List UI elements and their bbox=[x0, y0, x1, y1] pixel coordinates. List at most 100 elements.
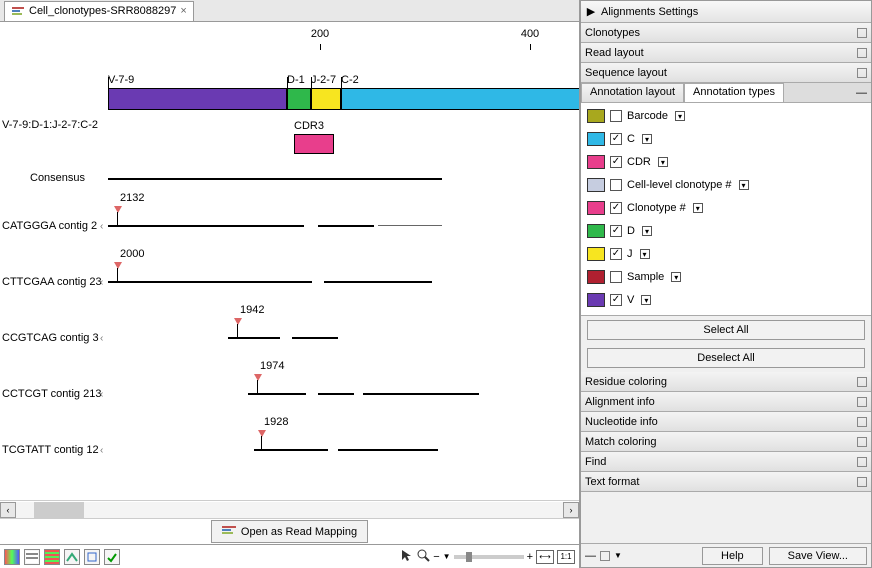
section-text-format[interactable]: Text format bbox=[581, 472, 871, 492]
expand-icon[interactable] bbox=[857, 68, 867, 78]
expand-icon[interactable] bbox=[857, 477, 867, 487]
dropdown-icon[interactable]: ▾ bbox=[641, 295, 651, 305]
checkbox[interactable]: ✓ bbox=[610, 225, 622, 237]
horizontal-scrollbar[interactable]: ‹ › bbox=[0, 500, 579, 518]
scroll-right-button[interactable]: › bbox=[563, 502, 579, 518]
dropdown-icon[interactable]: ▾ bbox=[642, 134, 652, 144]
magnifier-icon[interactable] bbox=[416, 548, 430, 565]
view-mode-3-icon[interactable] bbox=[44, 549, 60, 565]
chevron-left-icon: ‹ bbox=[100, 277, 103, 288]
chevron-left-icon: ‹ bbox=[100, 389, 103, 400]
position-marker-label: 2132 bbox=[120, 192, 144, 204]
dropdown-icon[interactable]: ▾ bbox=[671, 272, 681, 282]
checkbox[interactable] bbox=[610, 271, 622, 283]
zoom-slider[interactable] bbox=[454, 555, 524, 559]
document-tab[interactable]: Cell_clonotypes-SRR8088297 × bbox=[4, 1, 194, 21]
fit-width-button[interactable]: ⟷ bbox=[536, 550, 554, 564]
section-label: Clonotypes bbox=[585, 27, 640, 39]
tab-annotation-types[interactable]: Annotation types bbox=[684, 83, 784, 102]
read-track: CCTCGT contig 213‹1974 bbox=[0, 356, 579, 412]
read-segment-thin bbox=[378, 225, 442, 226]
view-mode-2-icon[interactable] bbox=[24, 549, 40, 565]
slider-thumb[interactable] bbox=[466, 552, 472, 562]
save-view-button[interactable]: Save View... bbox=[769, 547, 867, 565]
checkbox[interactable]: ✓ bbox=[610, 248, 622, 260]
section-sequence-layout[interactable]: Sequence layout bbox=[581, 63, 871, 83]
checkbox[interactable]: ✓ bbox=[610, 156, 622, 168]
section-find[interactable]: Find bbox=[581, 452, 871, 472]
checkbox[interactable] bbox=[610, 110, 622, 122]
color-swatch[interactable] bbox=[587, 293, 605, 307]
expand-icon[interactable] bbox=[857, 457, 867, 467]
track-label: Consensus bbox=[30, 172, 85, 184]
scroll-left-button[interactable]: ‹ bbox=[0, 502, 16, 518]
alignment-view[interactable]: 200400600 V-7-9D-1J-2-7C-2 V-7-9:D-1:J-2… bbox=[0, 22, 579, 500]
section-label: Find bbox=[585, 456, 606, 468]
help-button[interactable]: Help bbox=[702, 547, 763, 565]
zoom-in-button[interactable]: + bbox=[527, 551, 533, 563]
track-label: TCGTATT contig 12 bbox=[2, 444, 99, 456]
segment-label: C-2 bbox=[341, 74, 359, 86]
track-label: CCGTCAG contig 3 bbox=[2, 332, 99, 344]
annotation-row-c: ✓ C ▾ bbox=[587, 132, 865, 146]
collapse-icon[interactable]: ▶ bbox=[585, 6, 597, 18]
dropdown-icon[interactable]: ▾ bbox=[658, 157, 668, 167]
checkbox[interactable]: ✓ bbox=[610, 133, 622, 145]
dropdown-icon[interactable]: ▾ bbox=[640, 249, 650, 259]
dropdown-icon[interactable]: ▾ bbox=[739, 180, 749, 190]
tab-annotation-layout[interactable]: Annotation layout bbox=[581, 83, 684, 102]
read-track: CTTCGAA contig 23‹2000 bbox=[0, 244, 579, 300]
section-alignment-info[interactable]: Alignment info bbox=[581, 392, 871, 412]
zoom-out-button[interactable]: − bbox=[433, 551, 439, 563]
section-clonotypes[interactable]: Clonotypes bbox=[581, 23, 871, 43]
segment-label: D-1 bbox=[287, 74, 305, 86]
section-nucleotide-info[interactable]: Nucleotide info bbox=[581, 412, 871, 432]
expand-icon[interactable] bbox=[857, 397, 867, 407]
expand-icon[interactable] bbox=[857, 417, 867, 427]
dropdown-icon[interactable]: ▾ bbox=[693, 203, 703, 213]
open-as-read-mapping-button[interactable]: Open as Read Mapping bbox=[211, 520, 368, 543]
select-all-button[interactable]: Select All bbox=[587, 320, 865, 340]
chevron-down-icon[interactable]: ▼ bbox=[614, 551, 622, 560]
dropdown-icon[interactable]: ▾ bbox=[642, 226, 652, 236]
checkbox[interactable]: ✓ bbox=[610, 294, 622, 306]
expand-icon[interactable] bbox=[857, 28, 867, 38]
color-swatch[interactable] bbox=[587, 132, 605, 146]
annotation-label: C bbox=[627, 133, 635, 145]
scroll-thumb[interactable] bbox=[34, 502, 84, 518]
annotation-label: Barcode bbox=[627, 110, 668, 122]
one-to-one-button[interactable]: 1:1 bbox=[557, 550, 575, 564]
color-swatch[interactable] bbox=[587, 270, 605, 284]
read-segment bbox=[254, 449, 328, 451]
scroll-track[interactable] bbox=[16, 502, 563, 518]
color-swatch[interactable] bbox=[587, 155, 605, 169]
annotation-type-list: Barcode▾✓C▾✓CDR▾Cell-level clonotype #▾✓… bbox=[581, 103, 871, 316]
section-read-layout[interactable]: Read layout bbox=[581, 43, 871, 63]
minimize-icon[interactable]: — bbox=[856, 87, 867, 99]
section-match-coloring[interactable]: Match coloring bbox=[581, 432, 871, 452]
annotation-label: D bbox=[627, 225, 635, 237]
expand-icon[interactable] bbox=[857, 437, 867, 447]
view-mode-5-icon[interactable] bbox=[84, 549, 100, 565]
pointer-icon[interactable] bbox=[399, 548, 413, 565]
minimize-icon[interactable]: — bbox=[585, 550, 596, 562]
color-swatch[interactable] bbox=[587, 224, 605, 238]
chevron-down-icon[interactable]: ▼ bbox=[443, 552, 451, 561]
checkbox[interactable] bbox=[610, 179, 622, 191]
position-marker-label: 1928 bbox=[264, 416, 288, 428]
section-residue-coloring[interactable]: Residue coloring bbox=[581, 372, 871, 392]
expand-icon[interactable] bbox=[857, 48, 867, 58]
view-mode-1-icon[interactable] bbox=[4, 549, 20, 565]
deselect-all-button[interactable]: Deselect All bbox=[587, 348, 865, 368]
expand-icon[interactable] bbox=[857, 377, 867, 387]
expand-icon[interactable] bbox=[600, 551, 610, 561]
view-mode-4-icon[interactable] bbox=[64, 549, 80, 565]
view-mode-6-icon[interactable] bbox=[104, 549, 120, 565]
checkbox[interactable]: ✓ bbox=[610, 202, 622, 214]
color-swatch[interactable] bbox=[587, 178, 605, 192]
dropdown-icon[interactable]: ▾ bbox=[675, 111, 685, 121]
color-swatch[interactable] bbox=[587, 201, 605, 215]
color-swatch[interactable] bbox=[587, 109, 605, 123]
color-swatch[interactable] bbox=[587, 247, 605, 261]
close-icon[interactable]: × bbox=[180, 5, 186, 17]
